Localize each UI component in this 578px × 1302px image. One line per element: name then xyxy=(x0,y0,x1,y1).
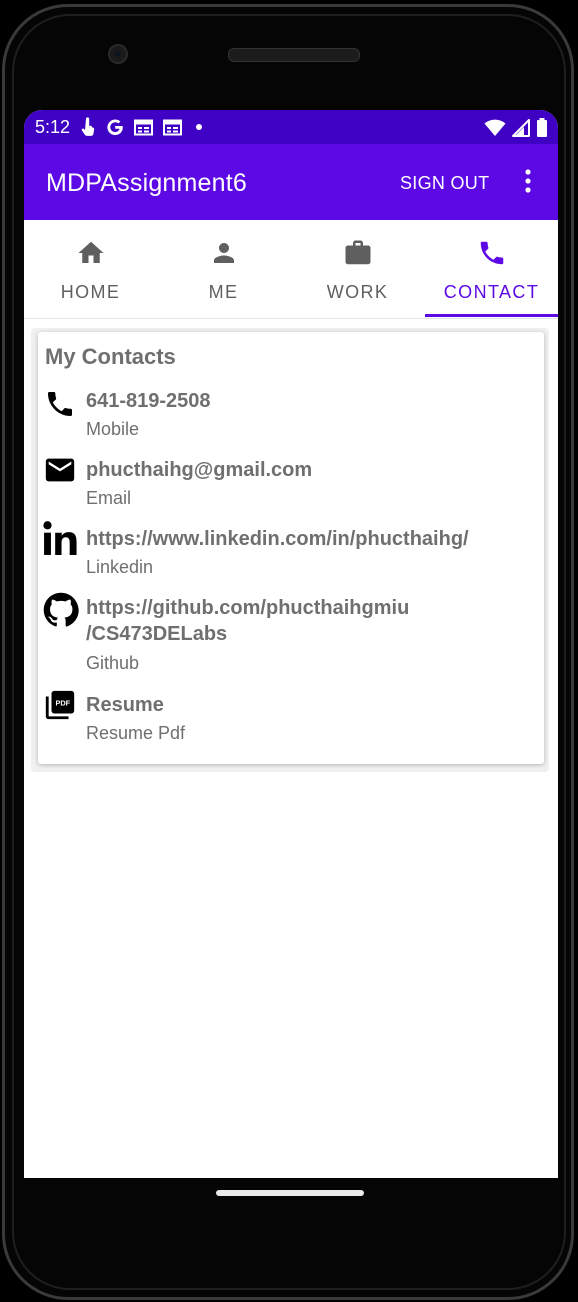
contact-item-resume[interactable]: PDF Resume Resume Pdf xyxy=(38,690,544,748)
contacts-card: My Contacts 641-819-2508 Mobile phucthai… xyxy=(38,332,544,764)
contact-item-email[interactable]: phucthaihg@gmail.com Email xyxy=(38,457,544,513)
contact-secondary: Mobile xyxy=(86,419,140,439)
tab-indicator xyxy=(425,314,558,317)
phone-icon xyxy=(48,392,72,416)
earpiece-speaker xyxy=(228,48,360,62)
contact-primary: 641-819-2508 xyxy=(86,390,211,412)
person-icon xyxy=(213,243,234,263)
contact-secondary: Github xyxy=(86,653,140,673)
contact-item-github[interactable]: https://github.com/phucthaihgmiu /CS473D… xyxy=(38,592,544,679)
app-bar: MDPAssignment6 SIGN OUT xyxy=(24,144,558,220)
pdf-icon: PDF xyxy=(45,690,75,720)
email-icon xyxy=(45,458,75,482)
signal-icon xyxy=(512,118,530,137)
status-bar: 5:12 xyxy=(24,110,558,144)
tab-label: CONTACT xyxy=(443,282,540,302)
wifi-icon xyxy=(484,119,506,136)
home-icon xyxy=(78,241,103,263)
contact-secondary: Resume Pdf xyxy=(86,723,186,743)
contact-item-phone[interactable]: 641-819-2508 Mobile xyxy=(38,388,544,444)
tab-me[interactable]: ME xyxy=(157,220,290,318)
phone-frame: 5:12 MDPAssignment6 SIGN OUT HOME ME WOR… xyxy=(0,0,578,1302)
sign-out-button[interactable]: SIGN OUT xyxy=(400,173,489,194)
screen: 5:12 MDPAssignment6 SIGN OUT HOME ME WOR… xyxy=(24,110,558,1178)
touch-icon xyxy=(81,117,95,136)
front-camera xyxy=(108,44,128,64)
calendar-icon xyxy=(134,119,153,135)
contact-primary: Resume xyxy=(86,694,164,716)
contact-secondary: Email xyxy=(86,488,132,508)
google-icon xyxy=(107,119,123,136)
app-title: MDPAssignment6 xyxy=(46,169,248,197)
tab-label: ME xyxy=(208,282,239,302)
tab-label: WORK xyxy=(326,282,389,302)
more-vert-icon[interactable] xyxy=(518,168,538,196)
home-indicator[interactable] xyxy=(216,1190,364,1196)
tab-bar: HOME ME WORK CONTACT xyxy=(24,220,558,319)
contact-primary: phucthaihg@gmail.com xyxy=(86,459,313,481)
phone-icon xyxy=(480,241,503,265)
svg-text:PDF: PDF xyxy=(55,698,70,707)
tab-home[interactable]: HOME xyxy=(24,220,157,318)
calendar-icon xyxy=(163,119,182,135)
github-icon xyxy=(43,592,79,627)
contact-item-linkedin[interactable]: https://www.linkedin.com/in/phucthaihg/ … xyxy=(38,521,544,582)
contact-primary: https://github.com/phucthaihgmiu /CS473D… xyxy=(86,597,410,645)
tab-work[interactable]: WORK xyxy=(291,220,424,318)
battery-icon xyxy=(537,118,547,137)
tab-label: HOME xyxy=(60,282,121,302)
briefcase-icon xyxy=(345,240,370,265)
linkedin-icon xyxy=(43,521,77,555)
status-icons-right xyxy=(484,118,548,137)
status-icons-left xyxy=(80,117,206,137)
status-time: 5:12 xyxy=(35,117,71,137)
tab-contact[interactable]: CONTACT xyxy=(425,220,558,318)
dot-icon xyxy=(196,124,202,130)
contact-secondary: Linkedin xyxy=(86,557,154,577)
card-title: My Contacts xyxy=(45,344,176,369)
contact-primary: https://www.linkedin.com/in/phucthaihg/ xyxy=(86,528,469,550)
